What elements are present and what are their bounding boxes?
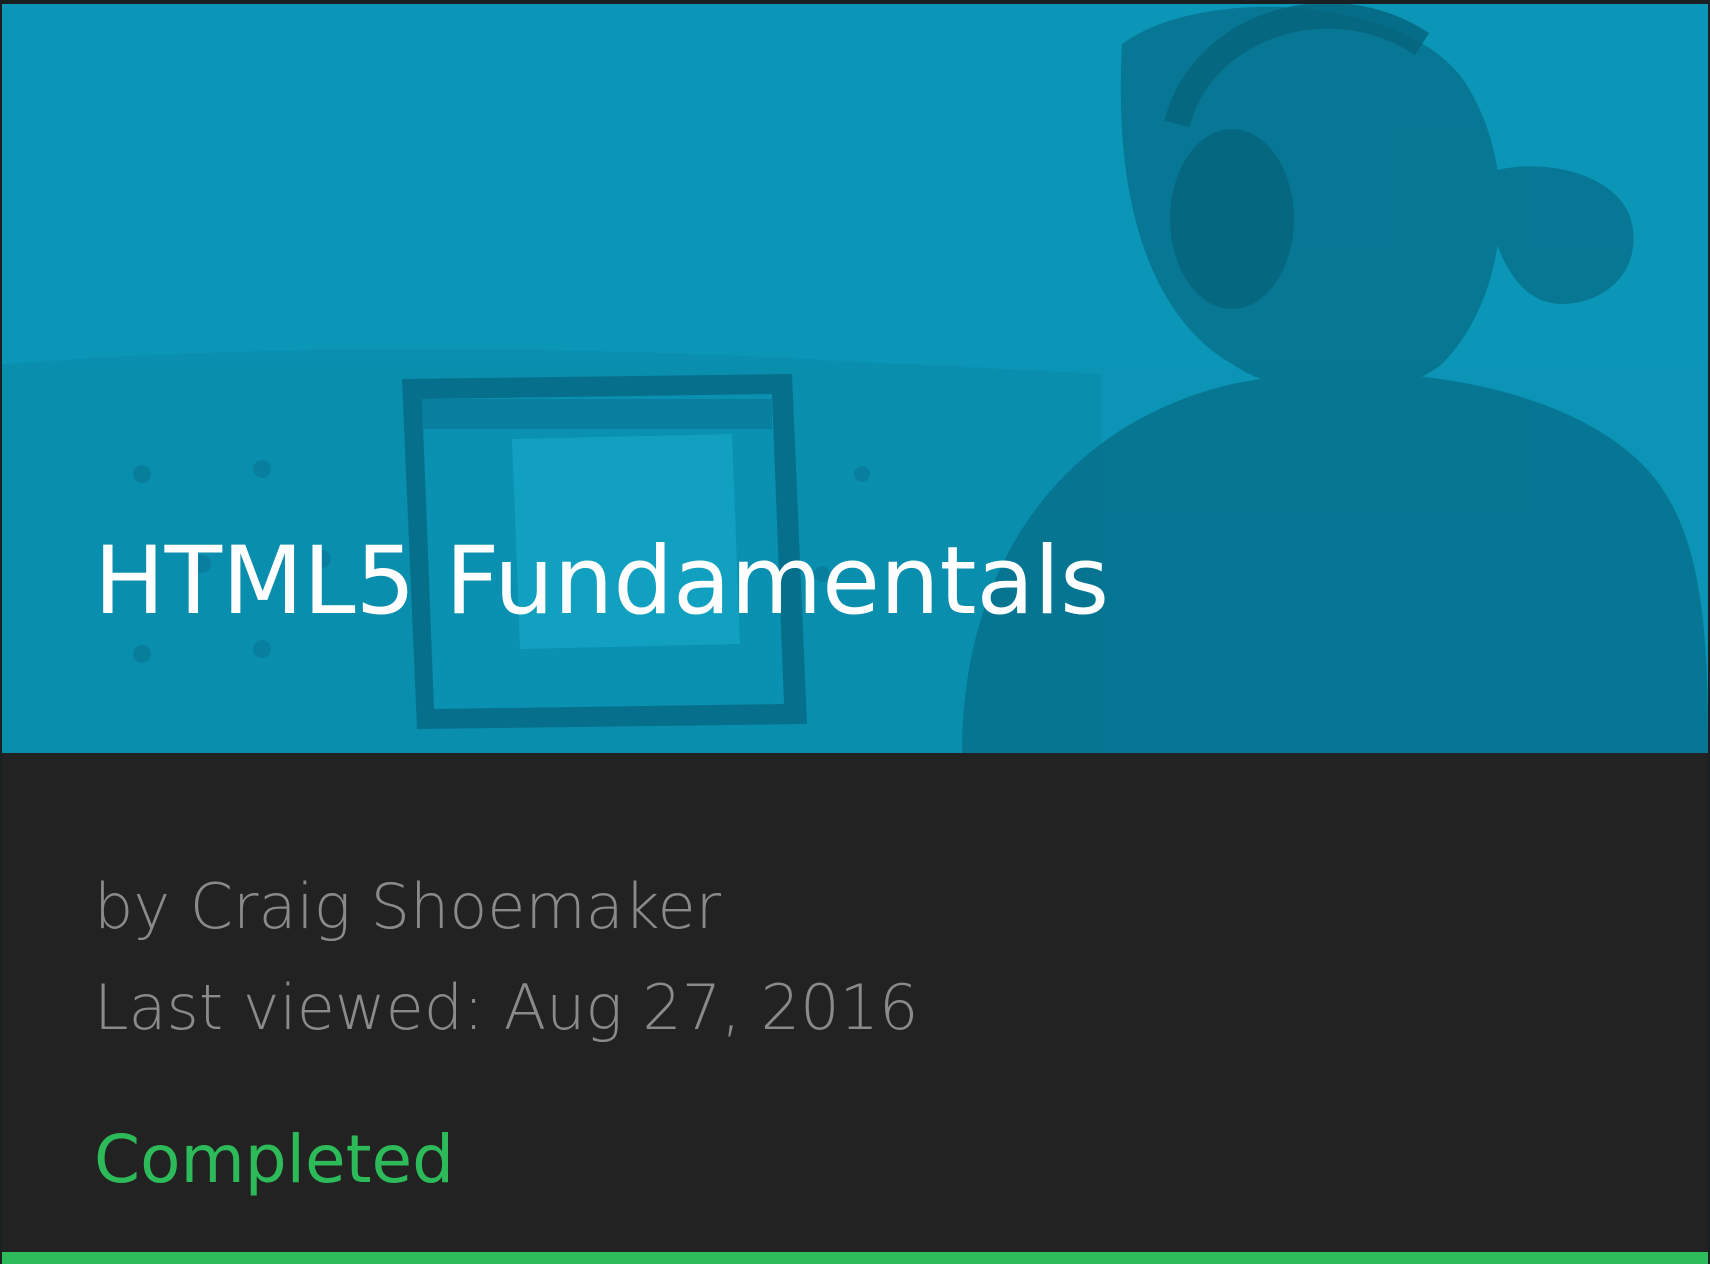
course-card[interactable]: HTML5 Fundamentals by Craig Shoemaker La… xyxy=(2,4,1708,1264)
course-hero-image: HTML5 Fundamentals xyxy=(2,4,1708,753)
course-progress-fill xyxy=(2,1252,1708,1264)
course-meta: by Craig Shoemaker Last viewed: Aug 27, … xyxy=(94,856,918,1058)
completion-status: Completed xyxy=(94,1121,454,1198)
hero-illustration xyxy=(2,4,1708,753)
course-progress-bar xyxy=(2,1252,1708,1264)
course-title[interactable]: HTML5 Fundamentals xyxy=(94,526,1109,639)
course-author: by Craig Shoemaker xyxy=(94,870,722,943)
last-viewed-date: Last viewed: Aug 27, 2016 xyxy=(94,971,919,1044)
